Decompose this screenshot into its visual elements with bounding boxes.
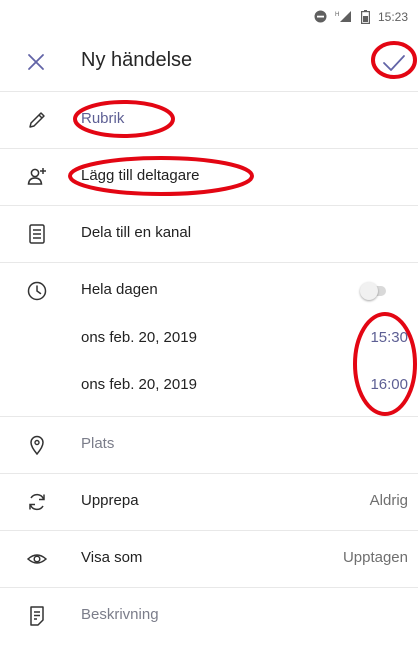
description-input[interactable]: Beskrivning: [81, 606, 159, 623]
share-channel-label[interactable]: Dela till en kanal: [81, 224, 191, 241]
show-as-row[interactable]: Visa som Upptagen: [0, 531, 418, 588]
page-title: Ny händelse: [81, 49, 193, 71]
repeat-icon: [26, 491, 48, 513]
status-time: 15:23: [377, 9, 408, 24]
repeat-label: Upprepa: [81, 492, 139, 509]
repeat-value[interactable]: Aldrig: [370, 492, 408, 509]
location-input[interactable]: Plats: [81, 435, 114, 452]
title-input[interactable]: Rubrik: [81, 110, 124, 127]
svg-text:H: H: [335, 12, 339, 18]
status-bar: H 15:23: [0, 0, 418, 33]
signal-icon: H: [335, 10, 353, 23]
app-header: Ny händelse: [0, 33, 418, 91]
eye-icon: [26, 548, 48, 570]
close-icon: [28, 54, 44, 70]
start-time[interactable]: 15:30: [370, 329, 408, 346]
share-channel-row[interactable]: Dela till en kanal: [0, 206, 418, 263]
show-as-value[interactable]: Upptagen: [343, 549, 408, 566]
show-as-label: Visa som: [81, 549, 143, 566]
description-row[interactable]: Beskrivning: [0, 588, 418, 645]
end-date[interactable]: ons feb. 20, 2019: [81, 376, 197, 393]
title-row[interactable]: Rubrik: [0, 92, 418, 149]
checkmark-icon: [383, 55, 405, 71]
repeat-row[interactable]: Upprepa Aldrig: [0, 474, 418, 531]
start-date[interactable]: ons feb. 20, 2019: [81, 329, 197, 346]
clock-icon: [26, 280, 48, 302]
close-button[interactable]: [26, 52, 46, 72]
save-button[interactable]: [381, 50, 407, 76]
battery-icon: [360, 9, 370, 24]
add-participants-row[interactable]: Lägg till deltagare: [0, 149, 418, 206]
all-day-toggle[interactable]: [360, 282, 388, 300]
end-time[interactable]: 16:00: [370, 376, 408, 393]
all-day-label: Hela dagen: [81, 281, 158, 298]
location-row[interactable]: Plats: [0, 417, 418, 474]
do-not-disturb-icon: [314, 10, 327, 23]
location-pin-icon: [26, 434, 48, 456]
add-participants-label[interactable]: Lägg till deltagare: [81, 167, 199, 184]
end-datetime-row: ons feb. 20, 2019 16:00: [0, 358, 418, 415]
description-icon: [26, 605, 48, 627]
channel-list-icon: [26, 223, 48, 245]
toggle-knob: [360, 282, 378, 300]
add-person-icon: [26, 166, 48, 188]
pencil-icon: [26, 109, 48, 131]
